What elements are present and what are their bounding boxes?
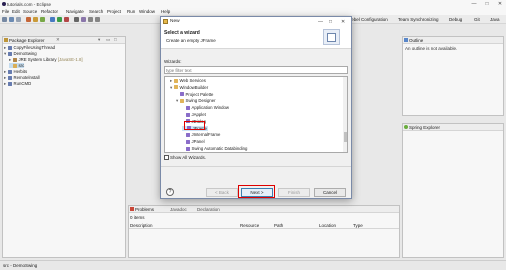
wizard-tree-item[interactable]: Application Window bbox=[182, 105, 229, 110]
dialog-subheading: Create an empty JFrame bbox=[166, 38, 216, 43]
wizard-tree-item-label: JInternalFrame bbox=[191, 132, 221, 138]
dialog-header: Select a wizard Create an empty JFrame bbox=[161, 26, 351, 49]
next-button-highlight-box bbox=[238, 185, 275, 198]
swing-icon bbox=[186, 132, 190, 137]
wizard-tree-item[interactable]: JApplet bbox=[182, 112, 206, 117]
dialog-minimize-button[interactable]: — bbox=[318, 19, 323, 25]
wizard-tree-item[interactable]: ▾ Swing Designer bbox=[176, 98, 216, 104]
dialog-heading: Select a wizard bbox=[164, 30, 200, 36]
swing-icon bbox=[186, 146, 190, 151]
wizard-tree: ▸ Web Services ▾ WindowBuilder Project Palet… bbox=[164, 76, 348, 153]
wizard-tree-item-label: Web Services bbox=[179, 78, 206, 83]
swing-icon bbox=[186, 139, 190, 144]
new-wizard-dialog: New — □ ✕ Select a wizard Create an empt… bbox=[160, 16, 352, 199]
dialog-title: New bbox=[170, 19, 180, 24]
wizard-tree-item[interactable]: ▾ WindowBuilder bbox=[170, 85, 208, 91]
wizard-tree-item-label: Swing Designer bbox=[185, 98, 216, 104]
wizard-tree-item-label: JPanel bbox=[191, 139, 205, 145]
wizard-tree-item-label: Project Palette bbox=[185, 91, 214, 97]
back-button[interactable]: < Back bbox=[206, 188, 238, 197]
wizard-tree-item-label: JApplet bbox=[191, 112, 206, 117]
wizards-label: Wizards: bbox=[164, 59, 182, 64]
show-all-wizards-label: Show All Wizards. bbox=[170, 155, 207, 160]
wizard-tree-item-label: Application Window bbox=[191, 105, 230, 111]
wizard-tree-item-label: WindowBuilder bbox=[179, 84, 209, 90]
show-all-wizards-checkbox[interactable] bbox=[164, 155, 169, 160]
folder-icon bbox=[180, 98, 184, 103]
dialog-title-bar: New — □ ✕ bbox=[161, 17, 351, 26]
dialog-close-button[interactable]: ✕ bbox=[341, 19, 345, 25]
wizard-tree-scrollbar[interactable] bbox=[343, 77, 347, 152]
swing-icon bbox=[186, 105, 190, 110]
new-wizard-icon bbox=[163, 19, 168, 24]
swing-icon bbox=[180, 92, 184, 97]
finish-button[interactable]: Finish bbox=[278, 188, 310, 197]
jframe-highlight-box bbox=[184, 121, 205, 130]
swing-icon bbox=[186, 112, 190, 117]
wizard-tree-scroll-thumb[interactable] bbox=[343, 132, 347, 142]
folder-icon bbox=[174, 78, 178, 83]
folder-icon bbox=[174, 85, 178, 90]
wizard-tree-item[interactable]: ▸ Web Services bbox=[170, 78, 206, 84]
cancel-button[interactable]: Cancel bbox=[314, 188, 346, 197]
wizard-tree-item[interactable]: JPanel bbox=[182, 139, 205, 144]
wizard-tree-item[interactable]: Project Palette bbox=[176, 92, 213, 97]
wizard-tree-item[interactable]: JInternalFrame bbox=[182, 132, 220, 137]
wizard-filter-input[interactable] bbox=[164, 66, 348, 74]
wizard-tree-item-label: Swing Automatic Databinding bbox=[191, 146, 248, 151]
wizard-tree-item[interactable]: Swing Automatic Databinding bbox=[182, 146, 247, 151]
wizard-banner-icon bbox=[323, 29, 340, 45]
help-icon[interactable]: ? bbox=[166, 188, 174, 196]
dialog-separator bbox=[161, 166, 351, 167]
dialog-maximize-button[interactable]: □ bbox=[329, 19, 332, 25]
